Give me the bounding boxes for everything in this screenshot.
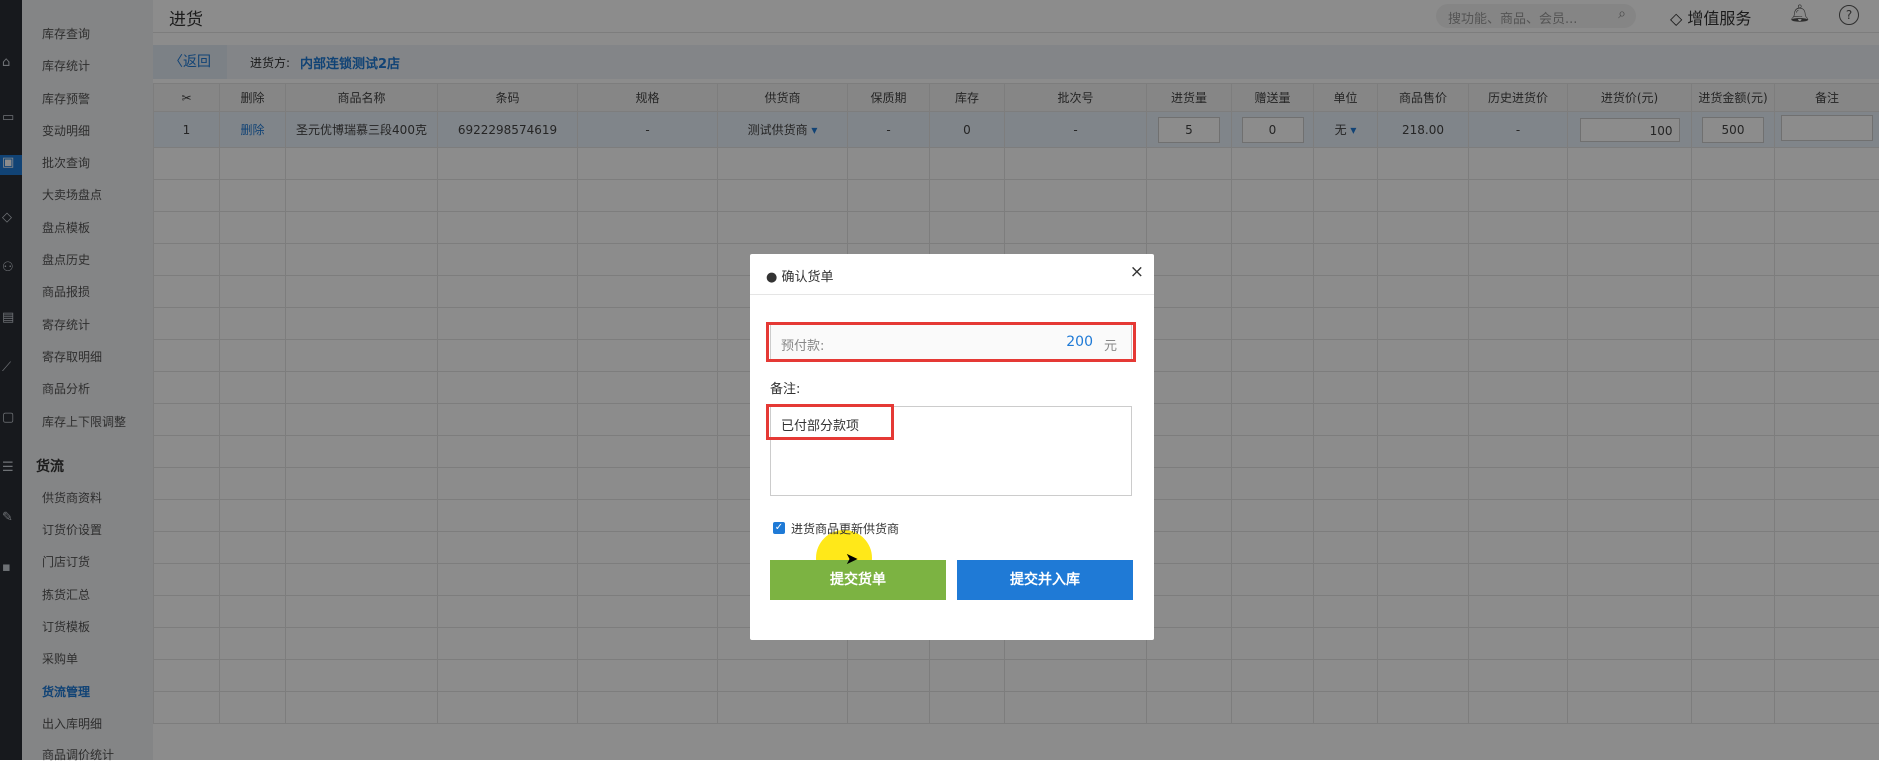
highlight-box [766,404,894,440]
mouse-cursor-icon: ➤ [845,549,858,568]
submit-and-stock-button[interactable]: 提交并入库 [957,560,1133,600]
update-supplier-checkbox[interactable]: ✓ [773,522,785,534]
dialog-header: ● 确认货单 × [750,254,1154,295]
confirm-order-dialog: ● 确认货单 × 预付款: 200 元 备注: 已付部分款项 ✓ 进货商品更新供… [750,254,1154,640]
remark-label: 备注: [770,378,800,397]
dialog-title-text: 确认货单 [781,270,833,285]
close-icon[interactable]: × [1130,262,1144,282]
dialog-title: ● 确认货单 [766,266,834,285]
update-supplier-label[interactable]: 进货商品更新供货商 [791,520,899,537]
highlight-box [766,322,1136,362]
